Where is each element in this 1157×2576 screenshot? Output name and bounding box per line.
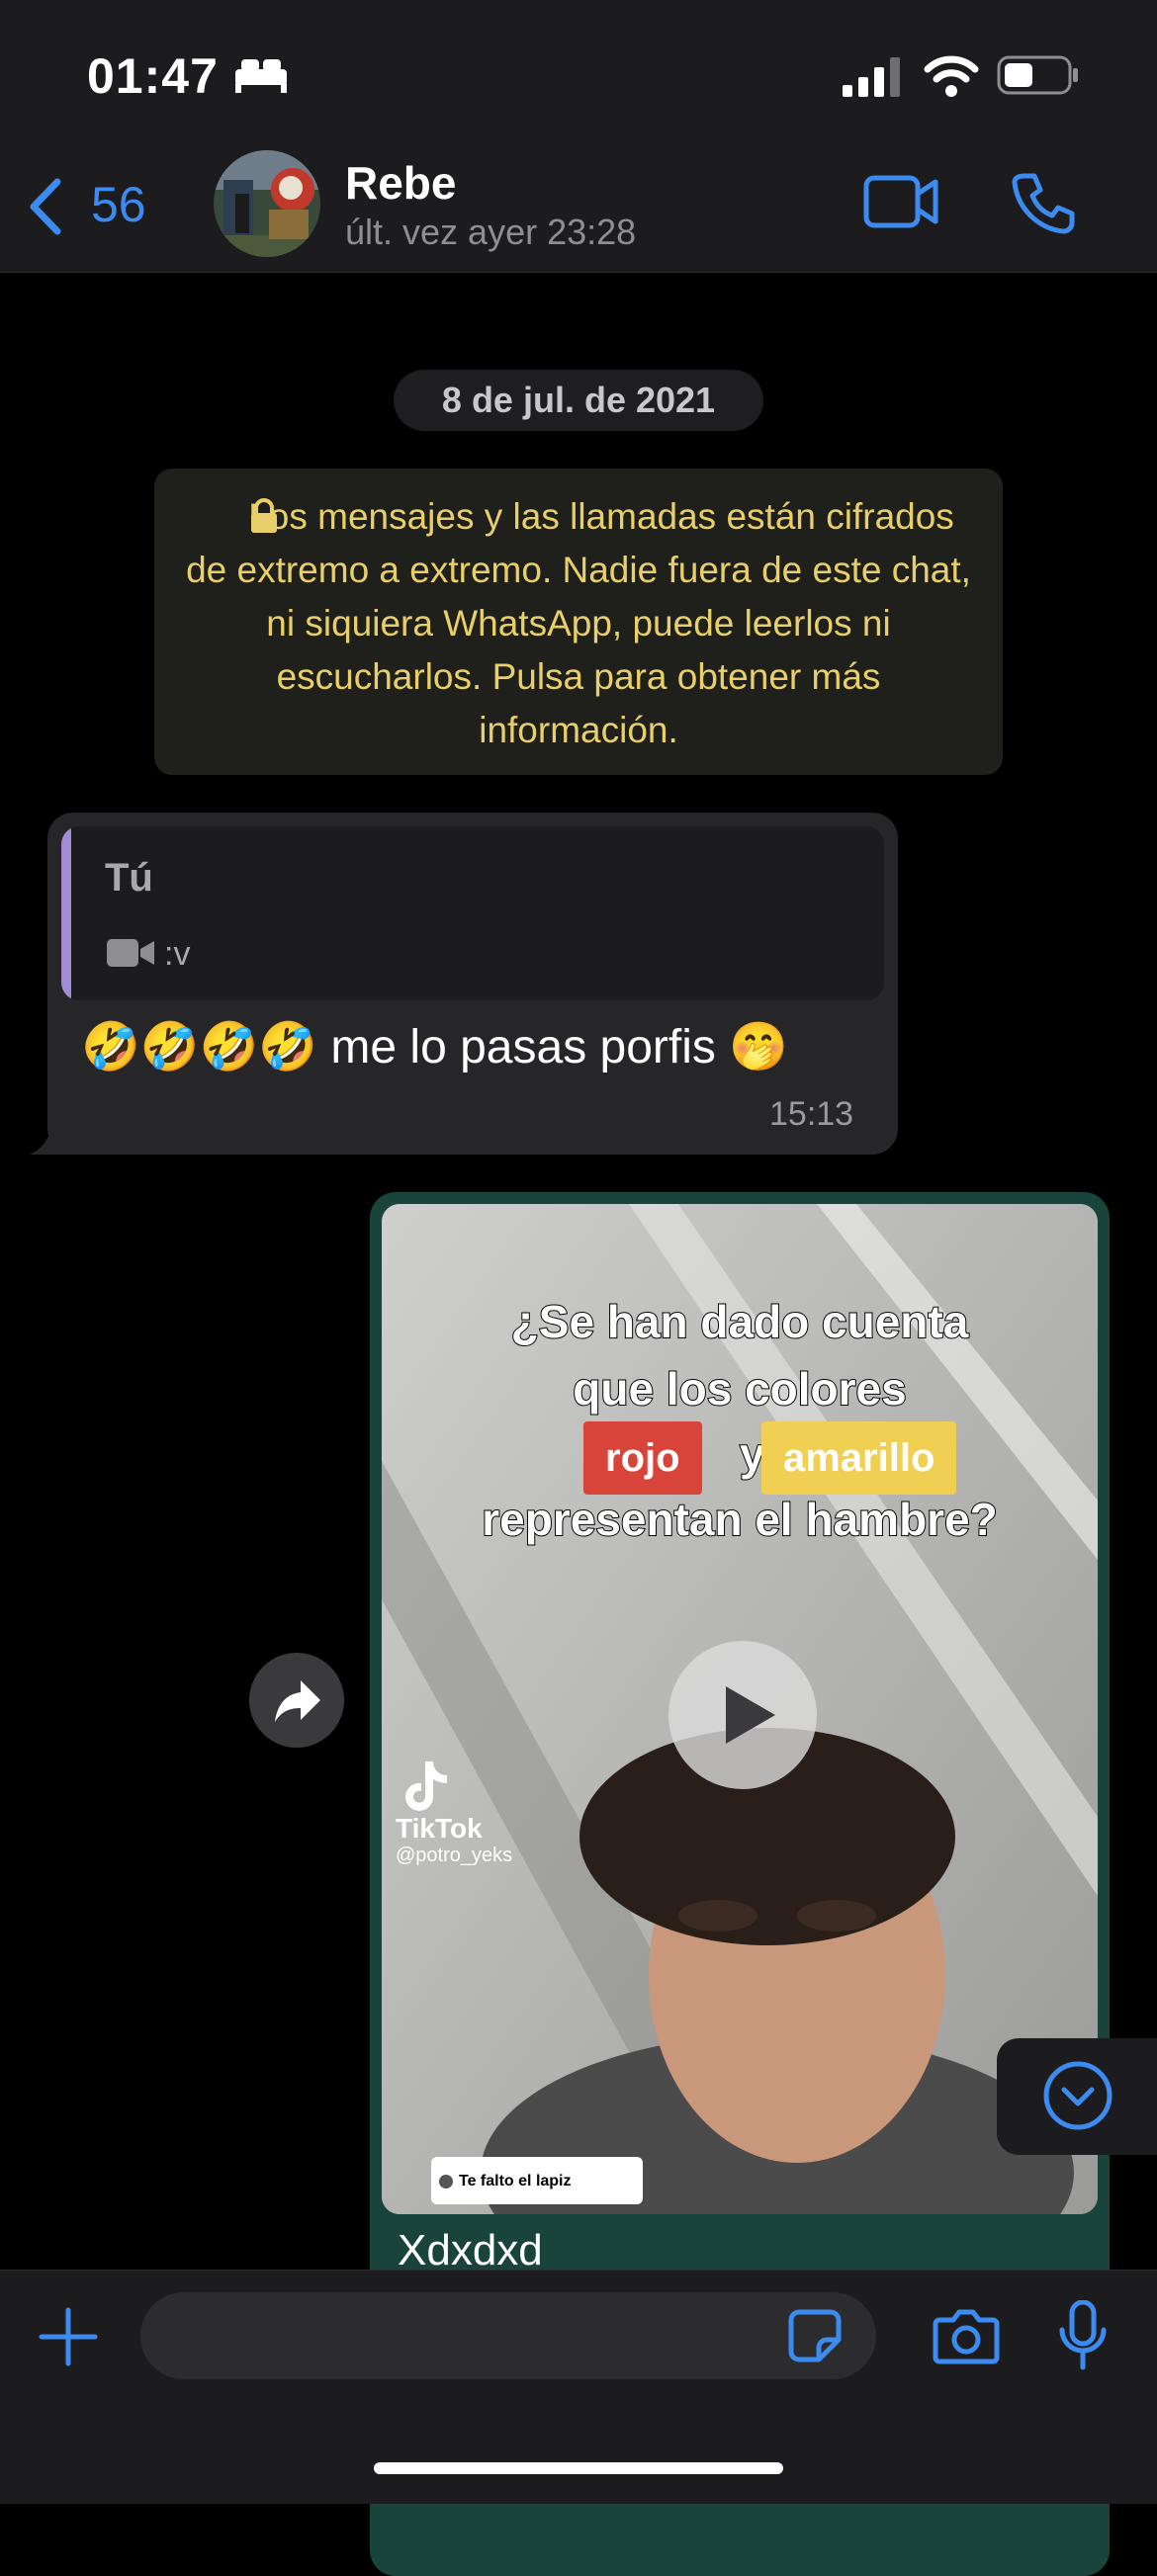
tiktok-watermark: TikTok @potro_yeks [396,1758,512,1867]
forward-arrow-icon [275,1680,320,1722]
sticker-icon[interactable] [787,2308,843,2363]
message-text: Xdxdxd [398,2226,543,2275]
wifi-icon [924,53,979,97]
message-input[interactable] [140,2292,876,2379]
chevron-down-circle-icon [1043,2061,1112,2130]
sleep-focus-icon [233,55,289,93]
video-call-icon[interactable] [862,172,941,231]
microphone-icon[interactable] [1058,2300,1108,2371]
commenter-avatar [439,2175,453,2189]
contact-name[interactable]: Rebe [345,156,456,210]
message-time: 15:13 [769,1095,854,1133]
video-caption-line: representan el hambre? [481,1493,999,1546]
video-caption-line: ¿Se han dado cuenta [510,1295,970,1348]
quoted-reply[interactable]: Tú :v [61,826,884,1000]
last-seen-status: últ. vez ayer 23:28 [345,212,637,252]
encryption-notice[interactable]: Los mensajes y las llamadas están cifrad… [154,469,1003,775]
tiktok-label: TikTok [396,1813,483,1844]
camera-icon[interactable] [932,2306,1001,2365]
video-camera-icon [107,937,156,969]
video-caption-line: que los colores [572,1362,907,1416]
incoming-message[interactable]: Tú :v 🤣🤣🤣🤣 me lo pasas porfis 🤭 15:13 [47,813,898,1155]
quote-accent-bar [61,826,71,1000]
home-indicator[interactable] [374,2462,783,2474]
video-thumbnail[interactable]: ¿Se han dado cuenta que los colores rojo… [382,1204,1098,2214]
status-time: 01:47 [87,48,219,104]
video-caption-tag-red: rojo [583,1421,702,1495]
tiktok-username: @potro_yeks [396,1845,513,1866]
play-icon [726,1686,775,1744]
back-chevron-icon[interactable] [24,176,67,237]
date-separator: 8 de jul. de 2021 [394,370,763,431]
play-button[interactable] [668,1641,817,1789]
message-text: 🤣🤣🤣🤣 me lo pasas porfis 🤭 [81,1021,789,1073]
unread-count[interactable]: 56 [91,176,146,233]
avatar[interactable] [214,150,320,257]
video-caption-tag-yellow: amarillo [761,1421,957,1495]
tiktok-logo-icon [405,1761,447,1811]
cellular-signal-icon [843,57,904,97]
status-bar: 01:47 [0,0,1157,148]
encryption-notice-text: Los mensajes y las llamadas están cifrad… [186,496,971,750]
battery-icon [997,55,1080,95]
scroll-to-bottom-button[interactable] [997,2038,1157,2155]
quote-text: :v [164,935,191,973]
voice-call-icon[interactable] [1011,170,1076,235]
forward-button[interactable] [249,1653,344,1748]
add-attachment-icon[interactable] [38,2306,99,2367]
chat-header: 56 Rebe últ. vez ayer 23:28 [0,138,1157,273]
comment-sticker: Te falto el lapiz [431,2157,643,2204]
comment-text: Te falto el lapiz [459,2173,572,2190]
quote-author: Tú [105,856,153,900]
